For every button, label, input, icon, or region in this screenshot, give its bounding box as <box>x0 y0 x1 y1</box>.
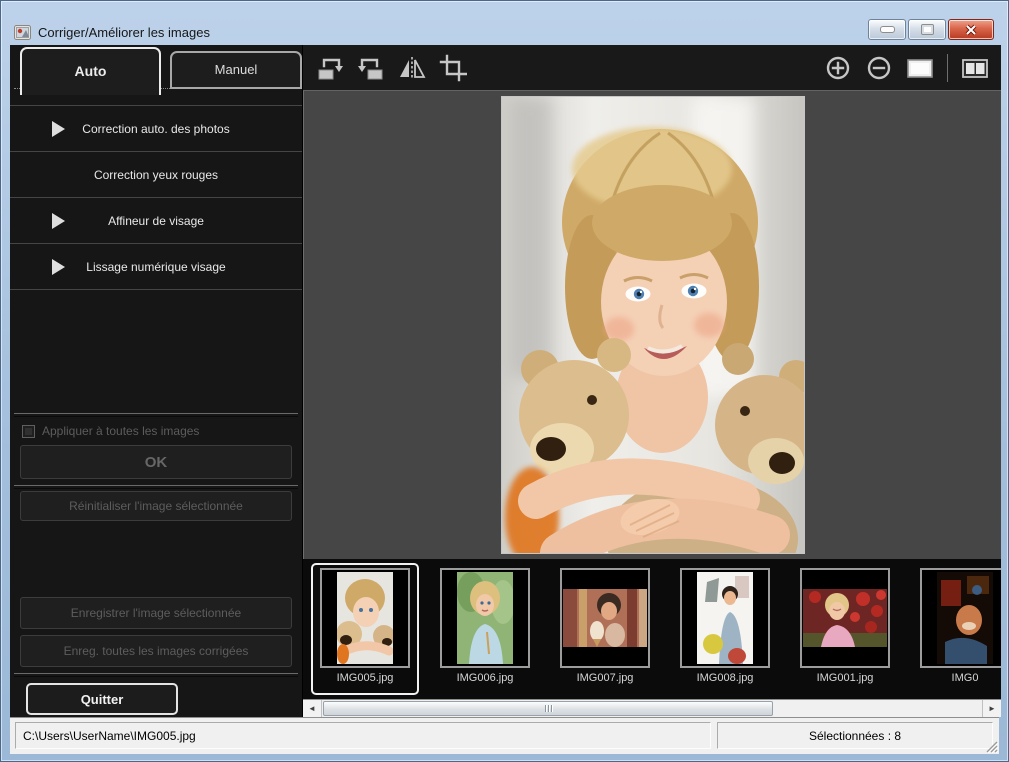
preview-area <box>303 91 1001 559</box>
quit-button[interactable]: Quitter <box>26 683 178 715</box>
face-sharpener-button[interactable]: Affineur de visage <box>10 197 302 243</box>
tab-auto[interactable]: Auto <box>20 47 161 95</box>
dialog-content: Auto Manuel Correction auto. des photos … <box>10 45 1001 717</box>
ok-button[interactable]: OK <box>20 445 292 479</box>
thumbnail-img006[interactable]: IMG006.jpg <box>431 563 539 695</box>
thumbnail-partial[interactable]: IMG0 <box>911 563 1001 695</box>
auto-correction-list: Correction auto. des photos Correction y… <box>10 105 302 290</box>
divider <box>14 673 298 677</box>
minimize-icon <box>880 26 895 33</box>
scrollbar-thumb[interactable] <box>323 701 773 716</box>
play-arrow-icon <box>52 121 65 137</box>
minimize-button[interactable] <box>868 19 906 40</box>
thumbnail-label: IMG006.jpg <box>457 672 514 684</box>
window-title: Corriger/Améliorer les images <box>38 25 210 40</box>
view-icons-group <box>824 54 989 82</box>
thumbnail-image <box>800 568 890 668</box>
thumbnail-scrollbar[interactable]: ◄ ► <box>303 699 1001 717</box>
maximize-button[interactable] <box>908 19 946 40</box>
thumbnail-img005[interactable]: IMG005.jpg <box>311 563 419 695</box>
zoom-in-icon[interactable] <box>824 54 852 82</box>
divider <box>14 485 298 489</box>
compare-icon[interactable] <box>961 54 989 82</box>
scroll-left-arrow[interactable]: ◄ <box>303 700 322 717</box>
titlebar[interactable]: Corriger/Améliorer les images <box>1 1 1008 45</box>
face-sharpener-label: Affineur de visage <box>108 214 204 228</box>
auto-photo-fix-label: Correction auto. des photos <box>82 122 229 136</box>
divider <box>14 413 298 417</box>
statusbar: C:\Users\UserName\IMG005.jpg Sélectionné… <box>10 717 999 754</box>
preview-panel: IMG005.jpg <box>302 45 1001 717</box>
thumbnail-label: IMG005.jpg <box>337 672 394 684</box>
auto-photo-fix-button[interactable]: Correction auto. des photos <box>10 105 302 151</box>
digital-face-smoothing-button[interactable]: Lissage numérique visage <box>10 243 302 290</box>
thumbnail-strip: IMG005.jpg <box>303 559 1001 699</box>
correction-panel: Auto Manuel Correction auto. des photos … <box>10 45 302 717</box>
scrollbar-grip <box>548 705 549 712</box>
thumbnail-image <box>680 568 770 668</box>
fit-window-icon[interactable] <box>906 54 934 82</box>
thumbnail-img001[interactable]: IMG001.jpg <box>791 563 899 695</box>
close-button[interactable] <box>948 19 994 40</box>
tab-manuel[interactable]: Manuel <box>170 51 302 89</box>
app-icon <box>14 24 31 41</box>
edit-icons-group <box>316 54 467 82</box>
close-icon <box>964 24 978 36</box>
apply-all-label: Appliquer à toutes les images <box>42 424 199 438</box>
digital-face-smoothing-label: Lissage numérique visage <box>86 260 225 274</box>
rotate-left-icon[interactable] <box>316 54 344 82</box>
thumbnail-image <box>440 568 530 668</box>
scrollbar-grip <box>545 705 546 712</box>
screen: Corriger/Améliorer les images Auto Manue… <box>0 0 1009 762</box>
scroll-right-arrow[interactable]: ► <box>982 700 1001 717</box>
thumbnail-image <box>320 568 410 668</box>
thumbnail-label: IMG0 <box>952 672 979 684</box>
window: Corriger/Améliorer les images Auto Manue… <box>0 0 1009 762</box>
thumbnail-label: IMG008.jpg <box>697 672 754 684</box>
thumbnail-image <box>560 568 650 668</box>
apply-all-checkbox[interactable] <box>22 425 35 438</box>
crop-icon[interactable] <box>439 54 467 82</box>
status-file-path: C:\Users\UserName\IMG005.jpg <box>15 722 711 749</box>
thumbnail-image <box>920 568 1001 668</box>
maximize-icon <box>921 24 934 35</box>
play-arrow-icon <box>52 213 65 229</box>
rotate-right-icon[interactable] <box>357 54 385 82</box>
thumbnail-label: IMG007.jpg <box>577 672 634 684</box>
save-selected-image-button[interactable]: Enregistrer l'image sélectionnée <box>20 597 292 629</box>
flip-horizontal-icon[interactable] <box>398 54 426 82</box>
reset-selected-image-button[interactable]: Réinitialiser l'image sélectionnée <box>20 491 292 521</box>
apply-all-row: Appliquer à toutes les images <box>22 421 294 441</box>
scrollbar-grip <box>551 705 552 712</box>
toolbar-separator <box>947 54 948 82</box>
thumbnail-label: IMG001.jpg <box>817 672 874 684</box>
window-controls <box>868 19 994 40</box>
red-eye-correction-button[interactable]: Correction yeux rouges <box>10 151 302 197</box>
preview-image <box>501 96 805 554</box>
resize-grip-icon[interactable] <box>985 740 998 753</box>
status-selected-count: Sélectionnées : 8 <box>717 722 993 749</box>
play-arrow-icon <box>52 259 65 275</box>
image-toolbar <box>303 45 1001 91</box>
red-eye-correction-label: Correction yeux rouges <box>94 168 218 182</box>
zoom-out-icon[interactable] <box>865 54 893 82</box>
save-all-corrected-images-button[interactable]: Enreg. toutes les images corrigées <box>20 635 292 667</box>
thumbnail-img008[interactable]: IMG008.jpg <box>671 563 779 695</box>
thumbnail-img007[interactable]: IMG007.jpg <box>551 563 659 695</box>
